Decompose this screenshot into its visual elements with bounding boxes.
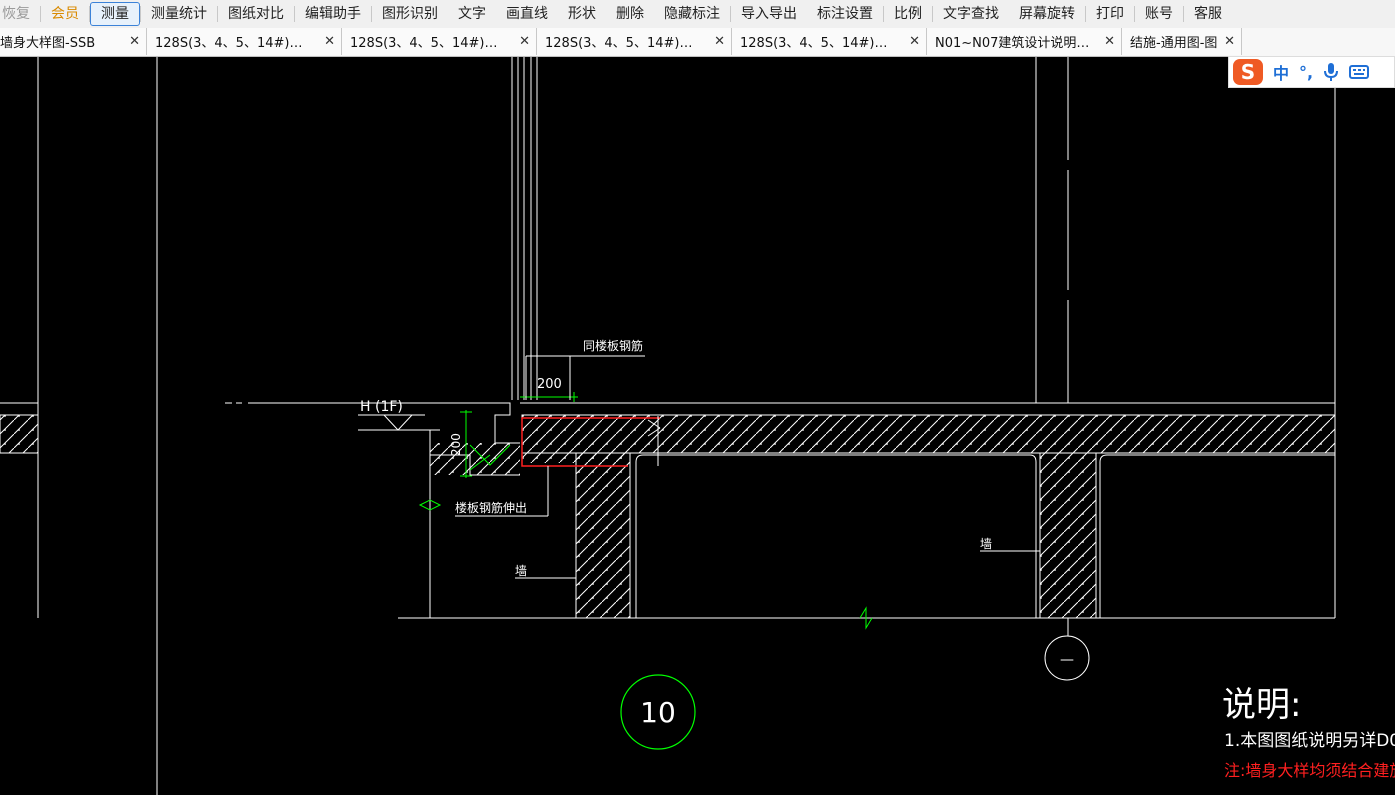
cad-canvas[interactable]: H (1F) 同楼板钢筋 200 200 楼板钢筋伸出 墙 墙 10 — 说明:… (0, 57, 1395, 795)
menu-item-3[interactable]: 测量统计 (141, 3, 217, 25)
floor-slab (520, 402, 1336, 463)
tab-label: 结施-通用图-图纸目… (1130, 36, 1218, 51)
menu-item-16[interactable]: 屏幕旋转 (1009, 3, 1085, 25)
elevation-label: H (1F) (360, 399, 403, 415)
ime-toolbar[interactable]: S 中 °, (1228, 56, 1395, 88)
menu-item-5[interactable]: 编辑助手 (295, 3, 371, 25)
menu-item-7[interactable]: 文字 (448, 3, 496, 25)
menu-item-11[interactable]: 隐藏标注 (654, 3, 730, 25)
elevation-mark (358, 414, 440, 431)
menu-item-1[interactable]: 会员 (41, 3, 89, 25)
tab-close-icon[interactable]: ✕ (129, 34, 140, 49)
label-wall-right: 墙 (980, 537, 992, 551)
tab-label: 128S(3、4、5、14#)… (155, 36, 303, 51)
label-slab-rebar-ext: 楼板钢筋伸出 (455, 500, 527, 515)
menu-item-14[interactable]: 比例 (884, 3, 932, 25)
document-tab-bar: 墙身大样图-SSB ✕ 128S(3、4、5、14#)… ✕ 128S(3、4、5、14… (0, 28, 1395, 57)
document-tab-5[interactable]: N01~N07建筑设计说明… ✕ (927, 28, 1122, 55)
menu-item-15[interactable]: 文字查找 (933, 3, 1009, 25)
menu-item-17[interactable]: 打印 (1086, 3, 1134, 25)
menu-item-10[interactable]: 删除 (606, 3, 654, 25)
tab-label: 128S(3、4、5、14#)… (350, 36, 498, 51)
menu-item-2[interactable]: 测量 (90, 2, 140, 26)
label-slab-rebar: 同楼板钢筋 (583, 338, 643, 353)
menu-item-4[interactable]: 图纸对比 (218, 3, 294, 25)
svg-text:—: — (1060, 652, 1074, 668)
tab-label: 128S(3、4、5、14#)… (740, 36, 888, 51)
menu-item-18[interactable]: 账号 (1135, 3, 1183, 25)
menu-item-12[interactable]: 导入导出 (731, 3, 807, 25)
menu-item-9[interactable]: 形状 (558, 3, 606, 25)
tab-label: 128S(3、4、5、14#)… (545, 36, 693, 51)
tab-close-icon[interactable]: ✕ (714, 34, 725, 49)
document-tab-2[interactable]: 128S(3、4、5、14#)… ✕ (342, 28, 537, 55)
ime-punctuation-toggle[interactable]: °, (1299, 63, 1313, 82)
menu-item-6[interactable]: 图形识别 (372, 3, 448, 25)
dim-left-200: 200 (449, 433, 463, 456)
tab-label: N01~N07建筑设计说明… (935, 36, 1090, 51)
keyboard-icon[interactable] (1349, 64, 1370, 80)
document-tab-4[interactable]: 128S(3、4、5、14#)… ✕ (732, 28, 927, 55)
tab-close-icon[interactable]: ✕ (519, 34, 530, 49)
tab-close-icon[interactable]: ✕ (1224, 34, 1235, 49)
walls (398, 452, 1335, 619)
menu-item-13[interactable]: 标注设置 (807, 3, 883, 25)
notes-title: 说明: (1222, 685, 1301, 725)
document-tab-1[interactable]: 128S(3、4、5、14#)… ✕ (147, 28, 342, 55)
dim-top-200: 200 (537, 377, 562, 392)
menu-bar: 恢复 会员 测量 测量统计 图纸对比 编辑助手 图形识别 文字 画直线 形状 删除 隐藏标注 导入导出标… (0, 0, 1395, 29)
document-tab-6[interactable]: 结施-通用图-图纸目… ✕ (1122, 28, 1242, 55)
ime-mode-toggle[interactable]: 中 (1273, 60, 1289, 84)
tab-close-icon[interactable]: ✕ (1104, 34, 1115, 49)
axis-bubble: — (1044, 618, 1090, 681)
svg-text:10: 10 (640, 696, 676, 729)
menu-item-0[interactable]: 恢复 (0, 3, 40, 25)
menu-item-19[interactable]: 客服 (1184, 3, 1232, 25)
label-wall-left: 墙 (515, 564, 527, 578)
microphone-icon[interactable] (1323, 62, 1339, 82)
tab-label: 墙身大样图-SSB (0, 36, 96, 51)
note-1: 1.本图图纸说明另详D02“墙身 (1224, 731, 1395, 751)
detail-bubble: 10 (620, 674, 696, 750)
tab-close-icon[interactable]: ✕ (324, 34, 335, 49)
sogou-logo-icon[interactable]: S (1233, 59, 1263, 85)
menu-item-8[interactable]: 画直线 (496, 3, 558, 25)
note-2: 注:墙身大样均须结合建施图核对 (1224, 761, 1395, 780)
document-tab-0[interactable]: 墙身大样图-SSB ✕ (0, 28, 147, 55)
tab-close-icon[interactable]: ✕ (909, 34, 920, 49)
left-slab-fragment (0, 402, 39, 454)
document-tab-3[interactable]: 128S(3、4、5、14#)… ✕ (537, 28, 732, 55)
